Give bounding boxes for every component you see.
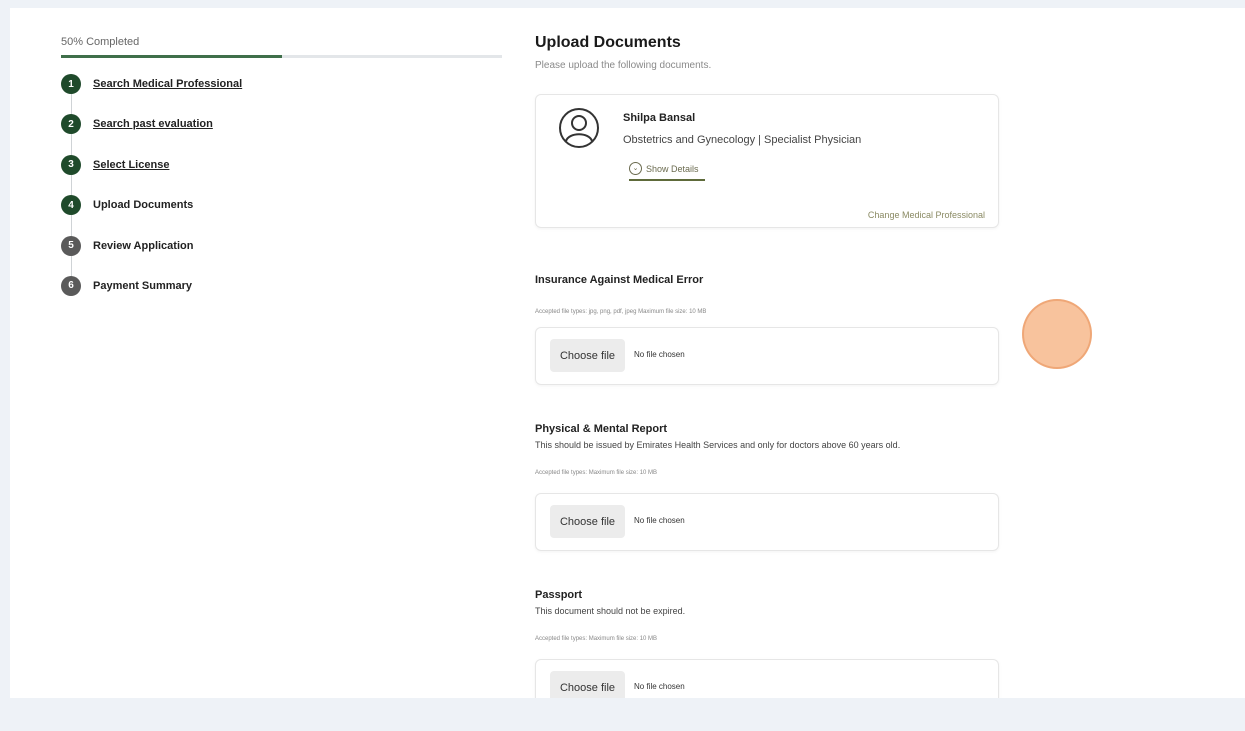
step-number: 3 [61,154,81,175]
step-1[interactable]: 1 Search Medical Professional [61,74,242,94]
browser-viewport: 50% Completed 1 Search Medical Professio… [10,8,1245,698]
document-title: Physical & Mental Report [535,423,668,435]
change-medical-professional-link[interactable]: Change Medical Professional [868,210,985,220]
file-upload-box: Choose file No file chosen [535,659,999,698]
document-physical-mental-report: Physical & Mental Report This should be … [535,423,1005,551]
choose-file-button[interactable]: Choose file [550,505,625,538]
professional-role: Obstetrics and Gynecology | Specialist P… [623,134,862,146]
step-label-search-medical-professional[interactable]: Search Medical Professional [93,78,242,90]
step-number: 6 [61,275,81,296]
document-insurance-against-medical-error: Insurance Against Medical Error Accepted… [535,274,1005,385]
stepper: 1 Search Medical Professional 2 Search p… [61,74,242,316]
professional-name: Shilpa Bansal [623,112,696,124]
step-6: 6 Payment Summary [61,275,242,296]
progress-bar-fill [61,55,282,58]
chevron-down-circle-icon: ⌄ [629,162,642,175]
upload-documents-panel: Upload Documents Please upload the follo… [535,34,1005,698]
choose-file-button[interactable]: Choose file [550,671,625,698]
step-label-select-license[interactable]: Select License [93,159,169,171]
document-title: Passport [535,589,583,601]
document-accepted-types: Accepted file types: Maximum file size: … [535,636,658,642]
file-status: No file chosen [634,682,685,691]
file-upload-box: Choose file No file chosen [535,327,999,385]
page-title: Upload Documents [535,34,681,51]
step-number: 4 [61,195,81,216]
progress-label: 50% Completed [61,36,140,48]
step-number: 1 [61,74,81,94]
choose-file-button[interactable]: Choose file [550,339,625,372]
document-accepted-types: Accepted file types: jpg, png, pdf, jpeg… [535,309,707,315]
document-description: This should be issued by Emirates Health… [535,440,901,450]
show-details-label: Show Details [646,163,699,174]
file-status: No file chosen [634,516,685,525]
file-status: No file chosen [634,350,685,359]
medical-professional-card: Shilpa Bansal Obstetrics and Gynecology … [535,94,999,228]
show-details-toggle[interactable]: ⌄ Show Details [629,162,705,181]
document-accepted-types: Accepted file types: Maximum file size: … [535,470,658,476]
step-label-payment-summary: Payment Summary [93,279,193,292]
progress-bar [61,55,502,58]
page-subtitle: Please upload the following documents. [535,60,712,71]
step-number: 5 [61,235,81,256]
step-label-upload-documents: Upload Documents [93,199,194,212]
step-3[interactable]: 3 Select License [61,154,242,175]
step-5: 5 Review Application [61,235,242,256]
user-circle-icon [559,108,599,148]
step-label-review-application: Review Application [93,239,194,252]
document-title: Insurance Against Medical Error [535,274,704,286]
document-description: This document should not be expired. [535,606,686,616]
step-label-search-past-evaluation[interactable]: Search past evaluation [93,118,213,130]
step-2[interactable]: 2 Search past evaluation [61,114,242,135]
step-4: 4 Upload Documents [61,195,242,216]
document-passport: Passport This document should not be exp… [535,589,1005,698]
file-upload-box: Choose file No file chosen [535,493,999,551]
step-number: 2 [61,114,81,135]
click-highlight-indicator [1022,299,1092,369]
